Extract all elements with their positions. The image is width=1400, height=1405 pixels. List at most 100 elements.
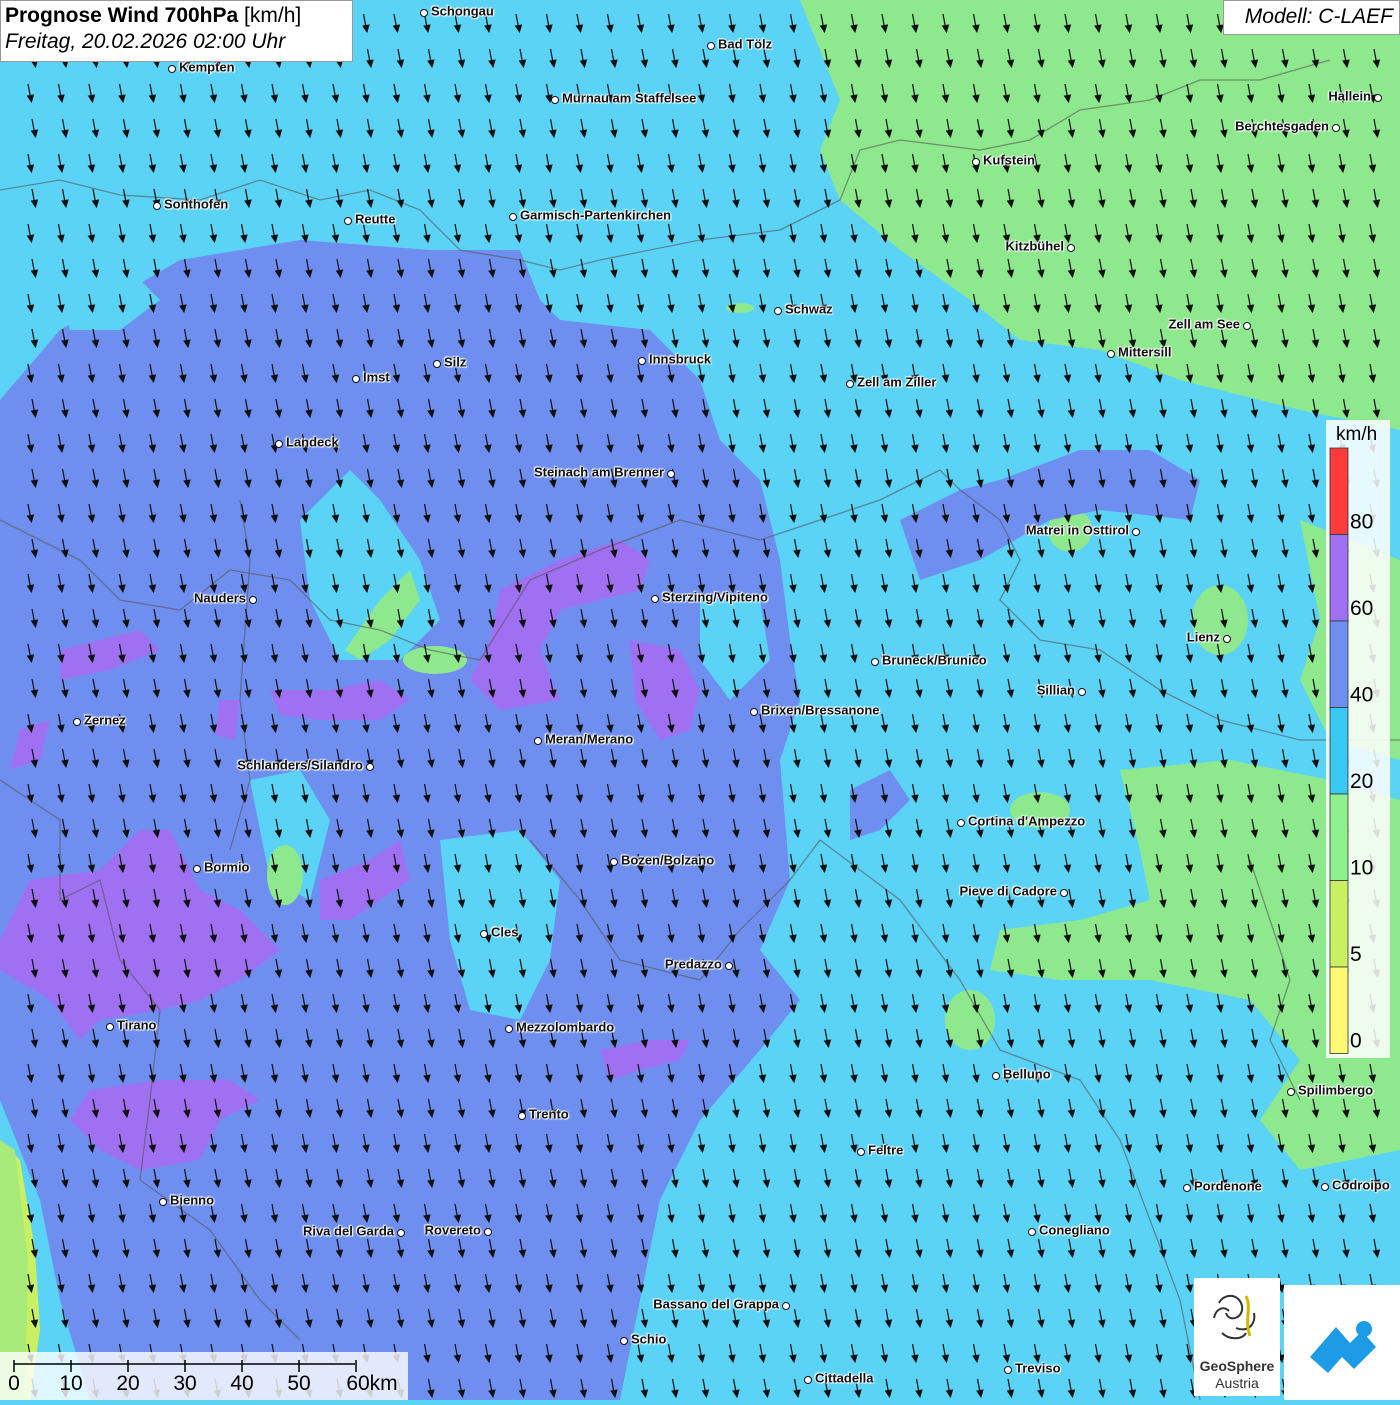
legend-tick-label: 0 [1350, 1030, 1362, 1053]
model-label: Modell: C-LAEF [1223, 0, 1400, 35]
legend-tick-label: 20 [1350, 770, 1373, 793]
city-label: Spilimbergo [1298, 1082, 1374, 1098]
city-label: Zernez [84, 712, 126, 728]
city-marker [366, 763, 374, 771]
forecast-datetime: Freitag, 20.02.2026 02:00 Uhr [5, 30, 286, 53]
scale-label: 0 [8, 1372, 20, 1395]
city-marker [707, 42, 715, 50]
city-marker [153, 202, 161, 210]
city-marker [344, 217, 352, 225]
city-marker [193, 865, 201, 873]
city-label: Lienz [1186, 629, 1220, 645]
city-marker [1060, 889, 1068, 897]
city-label: Bassano del Grappa [653, 1296, 779, 1312]
city-label: Bruneck/Brunico [882, 652, 987, 668]
city-marker [168, 65, 176, 73]
scale-label: 50 [287, 1372, 311, 1395]
city-marker [667, 470, 675, 478]
city-marker [509, 213, 517, 221]
geosphere-logo-subtext: Austria [1215, 1375, 1259, 1391]
map-title: Prognose Wind 700hPa [km/h] [5, 4, 302, 27]
city-label: Hallein [1328, 88, 1371, 104]
city-marker [1004, 1366, 1012, 1374]
city-label: Brixen/Bressanone [761, 702, 880, 718]
city-label: Predazzo [664, 956, 722, 972]
city-marker [420, 9, 428, 17]
city-label: Innsbruck [649, 351, 712, 367]
city-marker [484, 1228, 492, 1236]
city-label: Sonthofen [164, 196, 229, 212]
city-marker [518, 1112, 526, 1120]
city-label: Zell am Ziller [857, 374, 937, 390]
city-marker [1374, 94, 1382, 102]
city-label: Bozen/Bolzano [621, 852, 715, 868]
city-marker [433, 360, 441, 368]
city-marker [774, 307, 782, 315]
city-marker [106, 1023, 114, 1031]
mountain-cloud-icon [1310, 1321, 1376, 1373]
city-label: Cittadella [815, 1370, 874, 1386]
city-marker [534, 737, 542, 745]
city-label: Riva del Garda [302, 1223, 394, 1239]
city-label: Belluno [1003, 1066, 1051, 1082]
city-marker [1132, 528, 1140, 536]
city-marker [1243, 322, 1251, 330]
legend-color-step [1329, 707, 1349, 795]
city-marker [249, 596, 257, 604]
color-legend: km/h 80 60 40 20 10 5 0 [1326, 420, 1390, 1058]
city-marker [782, 1302, 790, 1310]
legend-tick-label: 80 [1350, 511, 1373, 534]
city-marker [73, 718, 81, 726]
city-marker [1078, 688, 1086, 696]
legend-scale: 80 60 40 20 10 5 0 [1329, 447, 1373, 1054]
city-label: Berchtesgaden [1235, 118, 1329, 134]
city-marker [159, 1198, 167, 1206]
scale-label: 30 [173, 1372, 197, 1395]
legend-color-step [1329, 793, 1349, 881]
city-label: Schio [631, 1331, 667, 1347]
city-label: Sillian [1036, 682, 1075, 698]
city-marker [551, 96, 559, 104]
city-label: Schwaz [785, 301, 833, 317]
city-label: Rovereto [424, 1222, 481, 1238]
geosphere-logo-text: GeoSphere [1199, 1358, 1275, 1374]
city-marker [1223, 635, 1231, 643]
city-label: Cles [491, 924, 519, 940]
city-marker [610, 858, 618, 866]
city-marker [480, 930, 488, 938]
scale-label: 10 [59, 1372, 83, 1395]
legend-tick-label: 60 [1350, 597, 1373, 620]
city-label: Kufstein [983, 152, 1035, 168]
city-label: Codroipo [1332, 1177, 1390, 1193]
city-marker [1028, 1228, 1036, 1236]
legend-color-step [1329, 880, 1349, 968]
legend-color-step [1329, 447, 1349, 535]
city-label: Nauders [193, 590, 246, 606]
legend-tick-label: 40 [1350, 684, 1373, 707]
city-label: Kempten [179, 59, 235, 75]
city-label: Mittersill [1118, 344, 1172, 360]
scale-label: 60km [346, 1372, 398, 1395]
city-marker [1321, 1183, 1329, 1191]
city-label: Murnau am Staffelsee [562, 90, 697, 106]
scale-label: 20 [116, 1372, 140, 1395]
city-marker [846, 380, 854, 388]
city-label: Conegliano [1039, 1222, 1110, 1238]
city-label: Schongau [431, 3, 494, 19]
city-label: Sterzing/Vipiteno [662, 589, 768, 605]
city-marker [871, 658, 879, 666]
city-label: Mezzolombardo [516, 1019, 615, 1035]
city-label: Steinach am Brenner [533, 464, 664, 480]
city-label: Reutte [355, 211, 396, 227]
scale-label: 40 [230, 1372, 254, 1395]
scale-bar: 0 10 20 30 40 50 60km [0, 1352, 408, 1400]
city-label: Kitzbühel [1005, 238, 1065, 254]
city-marker [638, 357, 646, 365]
city-label: Bad Tölz [718, 36, 773, 52]
city-label: Matrei in Osttirol [1025, 522, 1129, 538]
city-marker [857, 1148, 865, 1156]
city-marker [505, 1025, 513, 1033]
city-label: Cortina d'Ampezzo [968, 813, 1086, 829]
city-marker [397, 1229, 405, 1237]
geosphere-emblem-icon [1213, 1294, 1256, 1340]
